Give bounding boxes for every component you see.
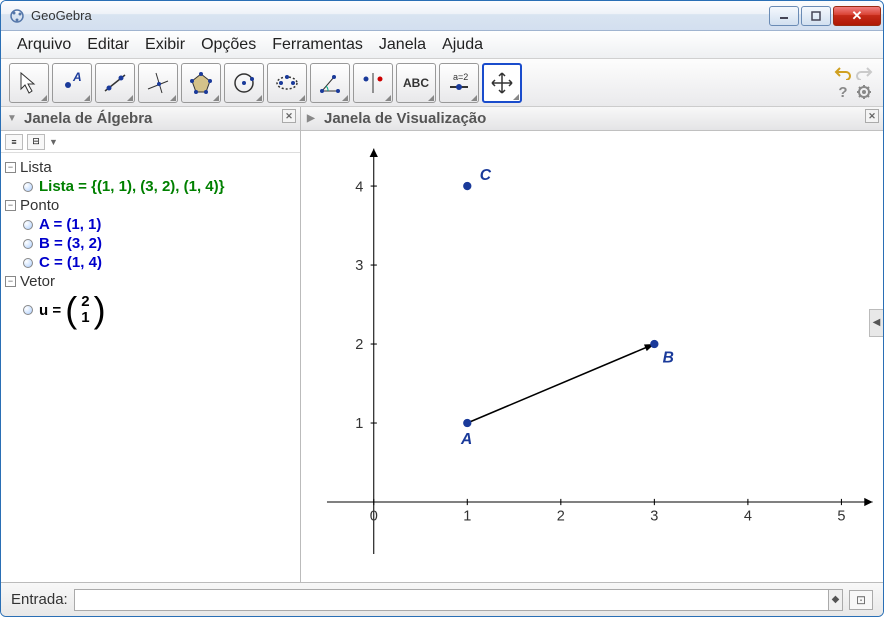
svg-text:3: 3	[650, 509, 658, 525]
svg-text:C: C	[480, 167, 492, 184]
tool-perpendicular[interactable]	[138, 63, 178, 103]
tool-angle[interactable]	[310, 63, 350, 103]
tool-text[interactable]: ABC	[396, 63, 436, 103]
menu-editar[interactable]: Editar	[81, 34, 135, 56]
menubar: Arquivo Editar Exibir Opções Ferramentas…	[1, 31, 883, 59]
keyboard-button[interactable]: ⊡	[849, 590, 873, 610]
algebra-close-button[interactable]: ✕	[282, 109, 296, 123]
item-point-c[interactable]: C = (1, 4)	[5, 254, 296, 271]
content: ▼ Janela de Álgebra ✕ ≡ ⊟ ▼ −Lista Lista…	[1, 107, 883, 582]
svg-text:A: A	[460, 431, 472, 448]
tool-circle[interactable]	[224, 63, 264, 103]
sidebar-expand-button[interactable]: ◀	[869, 309, 883, 337]
tool-pan[interactable]	[482, 63, 522, 103]
svg-text:2: 2	[355, 337, 363, 353]
tool-polygon[interactable]	[181, 63, 221, 103]
menu-janela[interactable]: Janela	[373, 34, 432, 56]
algebra-panel-header[interactable]: ▼ Janela de Álgebra ✕	[1, 107, 300, 131]
group-ponto: −Ponto A = (1, 1) B = (3, 2) C = (1, 4)	[5, 197, 296, 271]
menu-arquivo[interactable]: Arquivo	[11, 34, 77, 56]
tool-point[interactable]: A	[52, 63, 92, 103]
item-point-a[interactable]: A = (1, 1)	[5, 216, 296, 233]
svg-text:2: 2	[557, 509, 565, 525]
tool-move[interactable]	[9, 63, 49, 103]
graphics-title: Janela de Visualização	[324, 110, 486, 127]
expand-icon: ▶	[307, 113, 319, 125]
toggle-minus-icon: −	[5, 200, 16, 211]
tool-slider[interactable]: a=2	[439, 63, 479, 103]
titlebar: GeoGebra ✕	[1, 1, 883, 31]
collapse-icon: ▼	[7, 113, 19, 125]
algebra-title: Janela de Álgebra	[24, 110, 152, 127]
close-button[interactable]: ✕	[833, 6, 881, 26]
bullet-icon	[23, 182, 33, 192]
vector-u-display: u = ( 21 )	[39, 292, 106, 328]
svg-text:0: 0	[370, 509, 378, 525]
bullet-icon	[23, 220, 33, 230]
graphics-panel: ▶ Janela de Visualização ✕ 0 1 2 3 4 5 1 2 3 4 A B C	[301, 107, 883, 582]
input-dropdown-button[interactable]: ◆	[829, 589, 843, 611]
bullet-icon	[23, 258, 33, 268]
gear-icon[interactable]	[855, 83, 873, 101]
item-vector-u[interactable]: u = ( 21 )	[5, 292, 296, 328]
command-input[interactable]	[74, 589, 829, 611]
maximize-button[interactable]	[801, 6, 831, 26]
item-lista[interactable]: Lista = {(1, 1), (3, 2), (1, 4)}	[5, 178, 296, 195]
algebra-mini-toolbar: ≡ ⊟ ▼	[1, 131, 300, 153]
svg-text:1: 1	[355, 416, 363, 432]
menu-ferramentas[interactable]: Ferramentas	[266, 34, 369, 56]
window-buttons: ✕	[767, 6, 881, 26]
input-bar: Entrada: ◆ ⊡	[1, 582, 883, 616]
svg-text:1: 1	[463, 509, 471, 525]
svg-text:3: 3	[355, 258, 363, 274]
tool-reflect[interactable]	[353, 63, 393, 103]
bullet-icon	[23, 305, 33, 315]
window-title: GeoGebra	[31, 8, 767, 23]
group-lista-header[interactable]: −Lista	[5, 159, 296, 176]
toolbar: A ABC a=2 ?	[1, 59, 883, 107]
menu-opcoes[interactable]: Opções	[195, 34, 262, 56]
algebra-tree: −Lista Lista = {(1, 1), (3, 2), (1, 4)} …	[1, 153, 300, 336]
redo-icon[interactable]	[855, 63, 873, 81]
mini-drop-icon[interactable]: ▼	[49, 137, 58, 147]
graphics-close-button[interactable]: ✕	[865, 109, 879, 123]
svg-text:B: B	[663, 350, 674, 367]
coordinate-plane[interactable]: 0 1 2 3 4 5 1 2 3 4 A B C	[301, 131, 883, 582]
group-lista: −Lista Lista = {(1, 1), (3, 2), (1, 4)}	[5, 159, 296, 195]
toolbar-right: ?	[834, 63, 873, 101]
app-icon	[9, 8, 25, 24]
algebra-panel: ▼ Janela de Álgebra ✕ ≡ ⊟ ▼ −Lista Lista…	[1, 107, 301, 582]
undo-icon[interactable]	[834, 63, 852, 81]
mini-btn-2[interactable]: ⊟	[27, 134, 45, 150]
group-vetor: −Vetor u = ( 21 )	[5, 273, 296, 328]
app-window: GeoGebra ✕ Arquivo Editar Exibir Opções …	[0, 0, 884, 617]
mini-btn-1[interactable]: ≡	[5, 134, 23, 150]
input-label: Entrada:	[11, 591, 68, 608]
group-vetor-header[interactable]: −Vetor	[5, 273, 296, 290]
svg-text:4: 4	[744, 509, 752, 525]
item-point-b[interactable]: B = (3, 2)	[5, 235, 296, 252]
menu-ajuda[interactable]: Ajuda	[436, 34, 489, 56]
tool-ellipse[interactable]	[267, 63, 307, 103]
svg-text:a=2: a=2	[453, 72, 468, 82]
svg-text:A: A	[72, 70, 82, 84]
graphics-view[interactable]: 0 1 2 3 4 5 1 2 3 4 A B C	[301, 131, 883, 582]
toggle-minus-icon: −	[5, 276, 16, 287]
svg-text:5: 5	[837, 509, 845, 525]
tool-line[interactable]	[95, 63, 135, 103]
help-icon[interactable]: ?	[834, 83, 852, 101]
bullet-icon	[23, 239, 33, 249]
graphics-panel-header[interactable]: ▶ Janela de Visualização ✕	[301, 107, 883, 131]
svg-text:4: 4	[355, 179, 363, 195]
menu-exibir[interactable]: Exibir	[139, 34, 191, 56]
group-ponto-header[interactable]: −Ponto	[5, 197, 296, 214]
minimize-button[interactable]	[769, 6, 799, 26]
toggle-minus-icon: −	[5, 162, 16, 173]
